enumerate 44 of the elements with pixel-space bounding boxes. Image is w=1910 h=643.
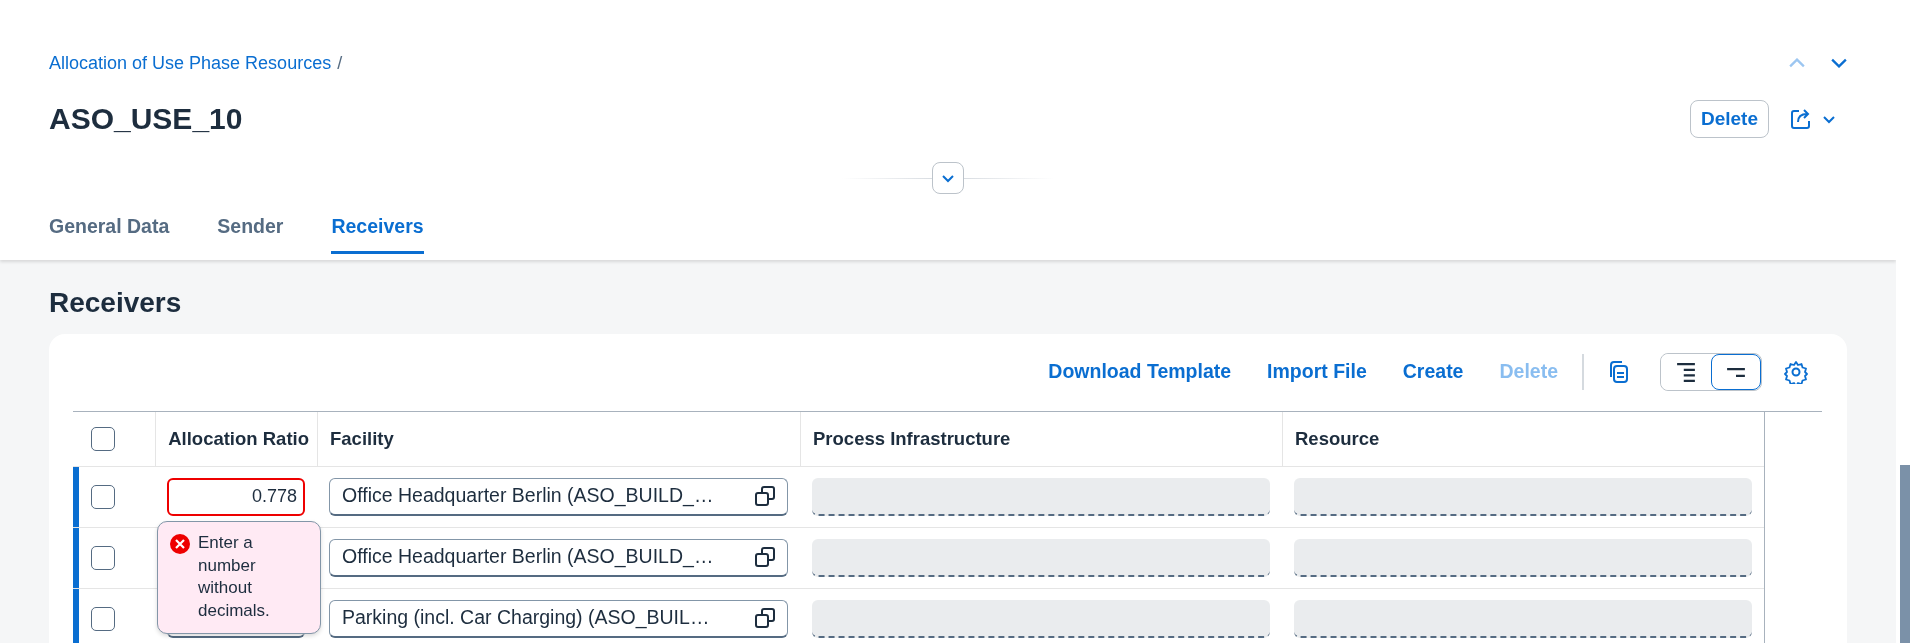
share-icon [1789, 107, 1813, 131]
lines-icon [1726, 367, 1746, 378]
toolbar-button[interactable]: Download Template [1048, 357, 1232, 387]
value-help-icon [755, 547, 775, 568]
next-button[interactable] [1831, 58, 1847, 68]
facility-value: Office Headquarter Berlin (ASO_BUILD_… [342, 483, 714, 509]
scrollbar-thumb[interactable] [1900, 465, 1910, 643]
settings-button[interactable] [1784, 360, 1808, 385]
facility-value: Office Headquarter Berlin (ASO_BUILD_… [342, 544, 714, 570]
facility-field[interactable]: Office Headquarter Berlin (ASO_BUILD_… [329, 477, 788, 516]
value-help-icon [755, 486, 775, 507]
settings-icon [1784, 360, 1808, 385]
checkbox[interactable] [91, 606, 115, 631]
ratio-input-field[interactable]: 0.778 [167, 477, 305, 516]
column-header: Process Infrastructure [800, 411, 1282, 467]
column-header: Facility [317, 411, 800, 467]
facility-field[interactable]: Parking (incl. Car Charging) (ASO_BUIL… [329, 599, 788, 638]
column-header: Resource [1282, 411, 1764, 467]
chevron-up-icon [1789, 58, 1805, 68]
copy-icon [1608, 360, 1630, 385]
checkbox[interactable] [91, 545, 115, 570]
error-message: Enter a number without decimals. [198, 531, 271, 623]
indent-lines-button[interactable] [1711, 354, 1761, 391]
toolbar-button[interactable]: Create [1402, 357, 1464, 387]
section-title: Receivers [49, 286, 183, 320]
error-icon [170, 533, 190, 554]
collapse-header-button[interactable] [932, 162, 964, 194]
align-right-icon [1676, 362, 1696, 383]
facility-value: Parking (incl. Car Charging) (ASO_BUIL… [342, 605, 710, 631]
checkbox[interactable] [91, 426, 115, 451]
breadcrumb-separator: / [337, 52, 343, 73]
breadcrumb-link[interactable]: Allocation of Use Phase Resources [49, 52, 332, 73]
page-title: ASO_USE_10 [49, 101, 243, 137]
facility-field[interactable]: Office Headquarter Berlin (ASO_BUILD_… [329, 538, 788, 577]
tab[interactable]: Sender [217, 204, 284, 255]
tab[interactable]: Receivers [331, 204, 424, 255]
copy-button[interactable] [1608, 360, 1630, 385]
toolbar-button[interactable]: Import File [1267, 357, 1367, 387]
chevron-down-icon [1831, 58, 1847, 68]
delete-button[interactable]: Delete [1689, 99, 1769, 139]
tab[interactable]: General Data [49, 204, 170, 255]
column-header: Allocation Ratio [155, 411, 317, 467]
value-help-icon [755, 608, 775, 629]
checkbox[interactable] [91, 484, 115, 509]
